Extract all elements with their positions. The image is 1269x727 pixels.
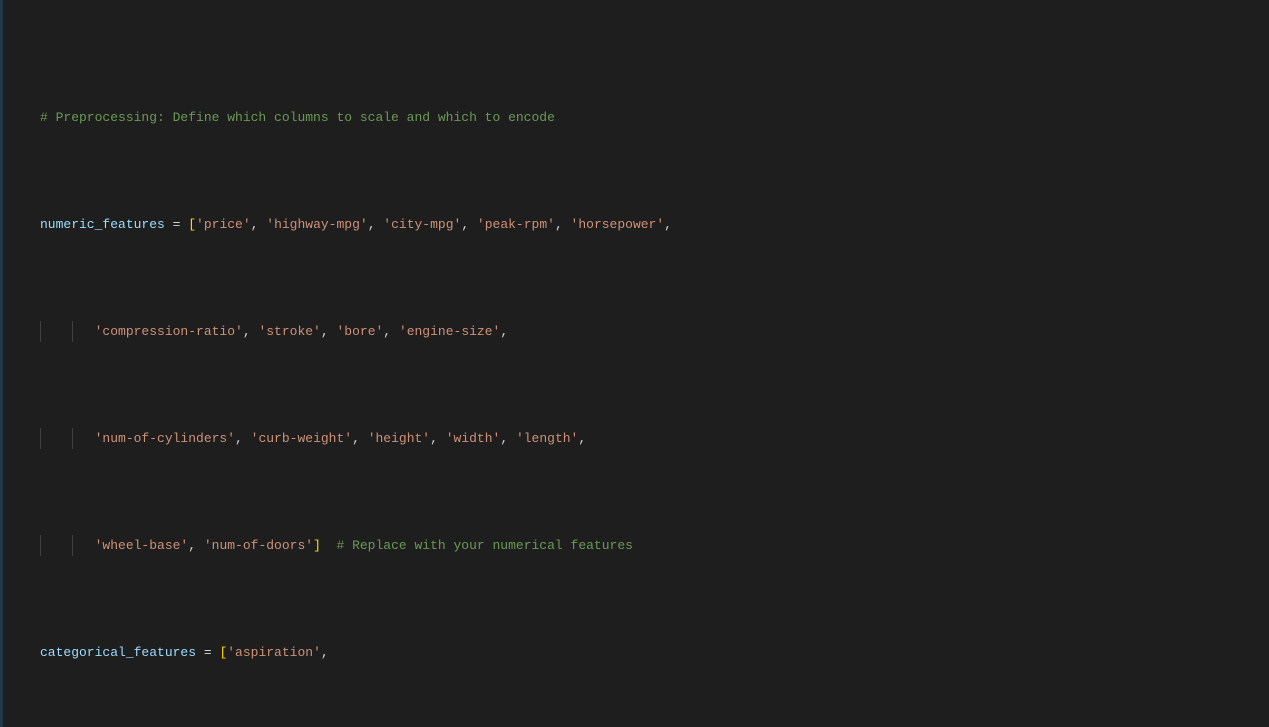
punct: , [500, 324, 508, 339]
indent-guide [40, 535, 41, 556]
string: 'city-mpg' [383, 217, 461, 232]
comment: # Preprocessing: Define which columns to… [40, 110, 555, 125]
code-line[interactable]: categorical_features = ['aspiration', [0, 642, 1269, 663]
punct: , [555, 217, 571, 232]
punct: , [243, 324, 259, 339]
indent-guide [72, 535, 73, 556]
code-line[interactable]: # Preprocessing: Define which columns to… [0, 107, 1269, 128]
string: 'price' [196, 217, 251, 232]
string: 'width' [446, 431, 501, 446]
string: 'wheel-base' [95, 538, 189, 553]
punct: , [500, 431, 516, 446]
string: 'engine-size' [399, 324, 500, 339]
indent-guide [40, 321, 41, 342]
string: 'length' [516, 431, 578, 446]
punct: , [368, 217, 384, 232]
code-line[interactable]: 'wheel-base', 'num-of-doors'] # Replace … [0, 535, 1269, 556]
string: 'bore' [336, 324, 383, 339]
operator: = [196, 645, 219, 660]
code-line[interactable]: 'compression-ratio', 'stroke', 'bore', '… [0, 321, 1269, 342]
punct: , [664, 217, 672, 232]
punct: , [461, 217, 477, 232]
punct: , [321, 645, 329, 660]
string: 'aspiration' [227, 645, 321, 660]
punct: , [188, 538, 204, 553]
bracket: [ [188, 217, 196, 232]
punct: , [352, 431, 368, 446]
punct: , [235, 431, 251, 446]
string: 'curb-weight' [251, 431, 352, 446]
code-editor[interactable]: # Preprocessing: Define which columns to… [0, 0, 1269, 727]
punct: , [321, 324, 337, 339]
bracket: ] [313, 538, 321, 553]
code-line[interactable]: 'num-of-cylinders', 'curb-weight', 'heig… [0, 428, 1269, 449]
string: 'stroke' [258, 324, 320, 339]
punct: , [383, 324, 399, 339]
string: 'num-of-doors' [204, 538, 313, 553]
punct: , [430, 431, 446, 446]
string: 'horsepower' [571, 217, 665, 232]
code-line[interactable]: numeric_features = ['price', 'highway-mp… [0, 214, 1269, 235]
string: 'compression-ratio' [95, 324, 243, 339]
operator: = [165, 217, 188, 232]
string: 'num-of-cylinders' [95, 431, 235, 446]
string: 'peak-rpm' [477, 217, 555, 232]
punct: , [578, 431, 586, 446]
comment: # Replace with your numerical features [321, 538, 633, 553]
indent-guide [72, 321, 73, 342]
identifier: categorical_features [40, 645, 196, 660]
punct: , [251, 217, 267, 232]
string: 'highway-mpg' [266, 217, 367, 232]
indent-guide [40, 428, 41, 449]
indent-guide [72, 428, 73, 449]
identifier: numeric_features [40, 217, 165, 232]
string: 'height' [368, 431, 430, 446]
